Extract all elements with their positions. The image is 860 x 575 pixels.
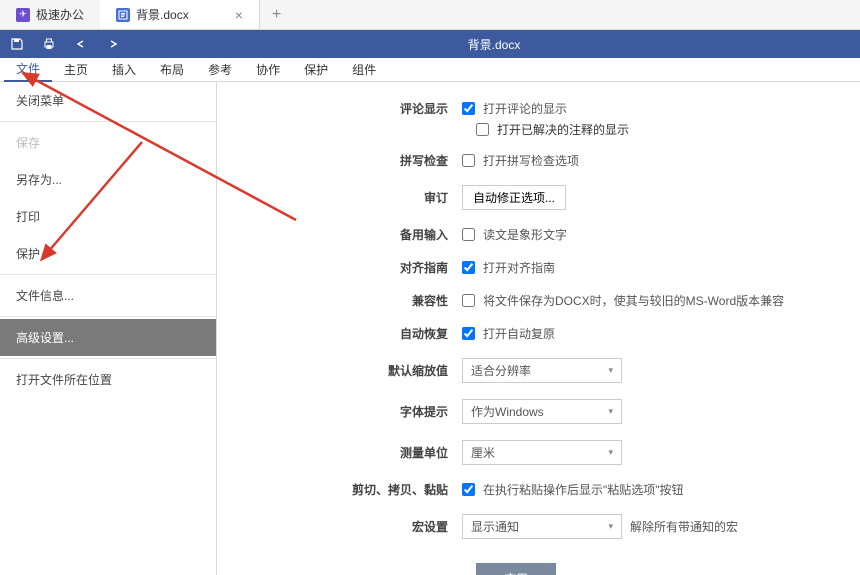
hint-value: 作为Windows	[471, 403, 544, 420]
doc-tab-label: 背景.docx	[136, 6, 189, 23]
menu-home[interactable]: 主页	[52, 58, 100, 81]
zoom-select[interactable]: 适合分辨率 ▾	[462, 358, 622, 383]
row-revision: 审订 自动修正选项...	[237, 185, 840, 210]
hint-label: 字体提示	[237, 403, 462, 420]
autorec-label: 自动恢复	[237, 325, 462, 342]
alt-input-label: 备用输入	[237, 226, 462, 243]
row-hint: 字体提示 作为Windows ▾	[237, 399, 840, 424]
comments-label: 评论显示	[237, 100, 462, 117]
row-unit: 测量单位 厘米 ▾	[237, 440, 840, 465]
unit-label: 测量单位	[237, 444, 462, 461]
row-align: 对齐指南 打开对齐指南	[237, 259, 840, 276]
new-tab-button[interactable]: +	[260, 6, 293, 24]
redo-icon[interactable]	[106, 37, 120, 51]
macro-value: 显示通知	[471, 518, 519, 535]
close-icon[interactable]: ×	[235, 7, 243, 23]
row-autorec: 自动恢复 打开自动复原	[237, 325, 840, 342]
document-tab[interactable]: 背景.docx ×	[100, 0, 260, 29]
file-sidebar: 关闭菜单 保存 另存为... 打印 保护 文件信息... 高级设置... 打开文…	[0, 82, 217, 575]
app-tab[interactable]: ✈ 极速办公	[0, 0, 100, 29]
print-icon[interactable]	[42, 37, 56, 51]
checkbox-comments-resolved[interactable]	[476, 123, 489, 136]
checkbox-alt-input[interactable]	[462, 228, 475, 241]
menu-components[interactable]: 组件	[340, 58, 388, 81]
checkbox-autorec[interactable]	[462, 327, 475, 340]
menu-collab[interactable]: 协作	[244, 58, 292, 81]
checkbox-compat[interactable]	[462, 294, 475, 307]
app-name: 极速办公	[36, 6, 84, 23]
checkbox-spell[interactable]	[462, 154, 475, 167]
sidebar-protect[interactable]: 保护	[0, 235, 216, 272]
row-comments-resolved: 打开已解决的注释的显示	[476, 121, 840, 138]
align-label: 对齐指南	[237, 259, 462, 276]
row-paste: 剪切、拷贝、黏贴 在执行粘贴操作后显示"粘贴选项"按钮	[237, 481, 840, 498]
apply-button[interactable]: 应用	[476, 563, 556, 575]
menubar: 文件 主页 插入 布局 参考 协作 保护 组件	[0, 58, 860, 82]
zoom-value: 适合分辨率	[471, 362, 531, 379]
sidebar-file-info[interactable]: 文件信息...	[0, 277, 216, 314]
row-alt-input: 备用输入 读文是象形文字	[237, 226, 840, 243]
revision-label: 审订	[237, 189, 462, 206]
sidebar-print[interactable]: 打印	[0, 198, 216, 235]
comments-on-text: 打开评论的显示	[483, 100, 567, 117]
macro-side-text: 解除所有带通知的宏	[630, 518, 738, 535]
sidebar-open-location[interactable]: 打开文件所在位置	[0, 361, 216, 398]
align-text: 打开对齐指南	[483, 259, 555, 276]
doc-icon	[116, 8, 130, 22]
compat-label: 兼容性	[237, 292, 462, 309]
separator	[0, 121, 216, 122]
separator	[0, 274, 216, 275]
sidebar-advanced[interactable]: 高级设置...	[0, 319, 216, 356]
row-spell: 拼写检查 打开拼写检查选项	[237, 152, 840, 169]
sidebar-save-as[interactable]: 另存为...	[0, 161, 216, 198]
save-icon[interactable]	[10, 37, 24, 51]
sidebar-close-menu[interactable]: 关闭菜单	[0, 82, 216, 119]
menu-protect[interactable]: 保护	[292, 58, 340, 81]
separator	[0, 358, 216, 359]
chevron-down-icon: ▾	[608, 406, 613, 417]
window-tabbar: ✈ 极速办公 背景.docx × +	[0, 0, 860, 30]
macro-select[interactable]: 显示通知 ▾	[462, 514, 622, 539]
row-comments: 评论显示 打开评论的显示	[237, 100, 840, 117]
row-zoom: 默认缩放值 适合分辨率 ▾	[237, 358, 840, 383]
quick-toolbar: 背景.docx	[0, 30, 860, 58]
checkbox-paste[interactable]	[462, 483, 475, 496]
menu-file[interactable]: 文件	[4, 57, 52, 82]
macro-label: 宏设置	[237, 518, 462, 535]
autorec-text: 打开自动复原	[483, 325, 555, 342]
row-compat: 兼容性 将文件保存为DOCX时，使其与较旧的MS-Word版本兼容	[237, 292, 840, 309]
row-macro: 宏设置 显示通知 ▾ 解除所有带通知的宏	[237, 514, 840, 539]
content-area: 关闭菜单 保存 另存为... 打印 保护 文件信息... 高级设置... 打开文…	[0, 82, 860, 575]
comments-resolved-text: 打开已解决的注释的显示	[497, 121, 629, 138]
menu-references[interactable]: 参考	[196, 58, 244, 81]
paste-label: 剪切、拷贝、黏贴	[237, 481, 462, 498]
revision-options-button[interactable]: 自动修正选项...	[462, 185, 566, 210]
paste-text: 在执行粘贴操作后显示"粘贴选项"按钮	[483, 481, 684, 498]
separator	[0, 316, 216, 317]
sidebar-save-group: 保存	[0, 124, 216, 161]
app-icon: ✈	[16, 8, 30, 22]
unit-value: 厘米	[471, 444, 495, 461]
spell-text: 打开拼写检查选项	[483, 152, 579, 169]
compat-text: 将文件保存为DOCX时，使其与较旧的MS-Word版本兼容	[483, 292, 784, 309]
zoom-label: 默认缩放值	[237, 362, 462, 379]
hint-select[interactable]: 作为Windows ▾	[462, 399, 622, 424]
checkbox-align[interactable]	[462, 261, 475, 274]
chevron-down-icon: ▾	[608, 521, 613, 532]
menu-layout[interactable]: 布局	[148, 58, 196, 81]
alt-input-text: 读文是象形文字	[483, 226, 567, 243]
undo-icon[interactable]	[74, 37, 88, 51]
toolbar-title: 背景.docx	[468, 36, 521, 53]
chevron-down-icon: ▾	[608, 365, 613, 376]
unit-select[interactable]: 厘米 ▾	[462, 440, 622, 465]
menu-insert[interactable]: 插入	[100, 58, 148, 81]
chevron-down-icon: ▾	[608, 447, 613, 458]
checkbox-comments-on[interactable]	[462, 102, 475, 115]
settings-pane: 评论显示 打开评论的显示 打开已解决的注释的显示 拼写检查 打开拼写检查选项 审…	[217, 82, 860, 575]
spell-label: 拼写检查	[237, 152, 462, 169]
